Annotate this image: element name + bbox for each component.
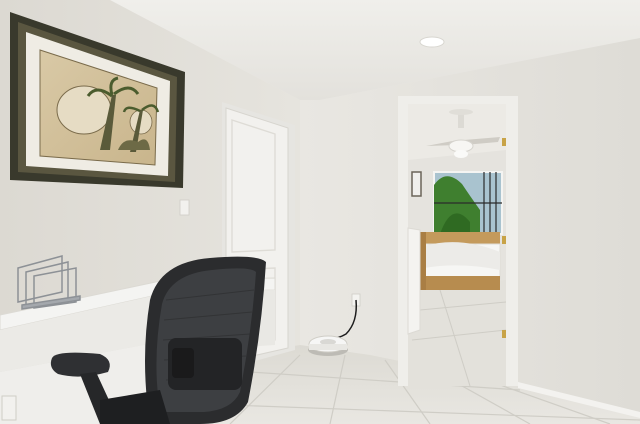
bed xyxy=(419,232,501,290)
bedroom-floor xyxy=(408,280,506,386)
light-switch xyxy=(179,199,190,216)
ceiling-light xyxy=(419,36,445,48)
door-hinge xyxy=(502,236,506,244)
robot-vacuum xyxy=(308,335,348,356)
photo-scene xyxy=(0,0,640,424)
bedroom-wall-picture xyxy=(411,171,422,197)
desk-outlet xyxy=(1,395,17,421)
bedroom-door-open xyxy=(407,227,421,335)
scene-svg xyxy=(0,0,640,424)
